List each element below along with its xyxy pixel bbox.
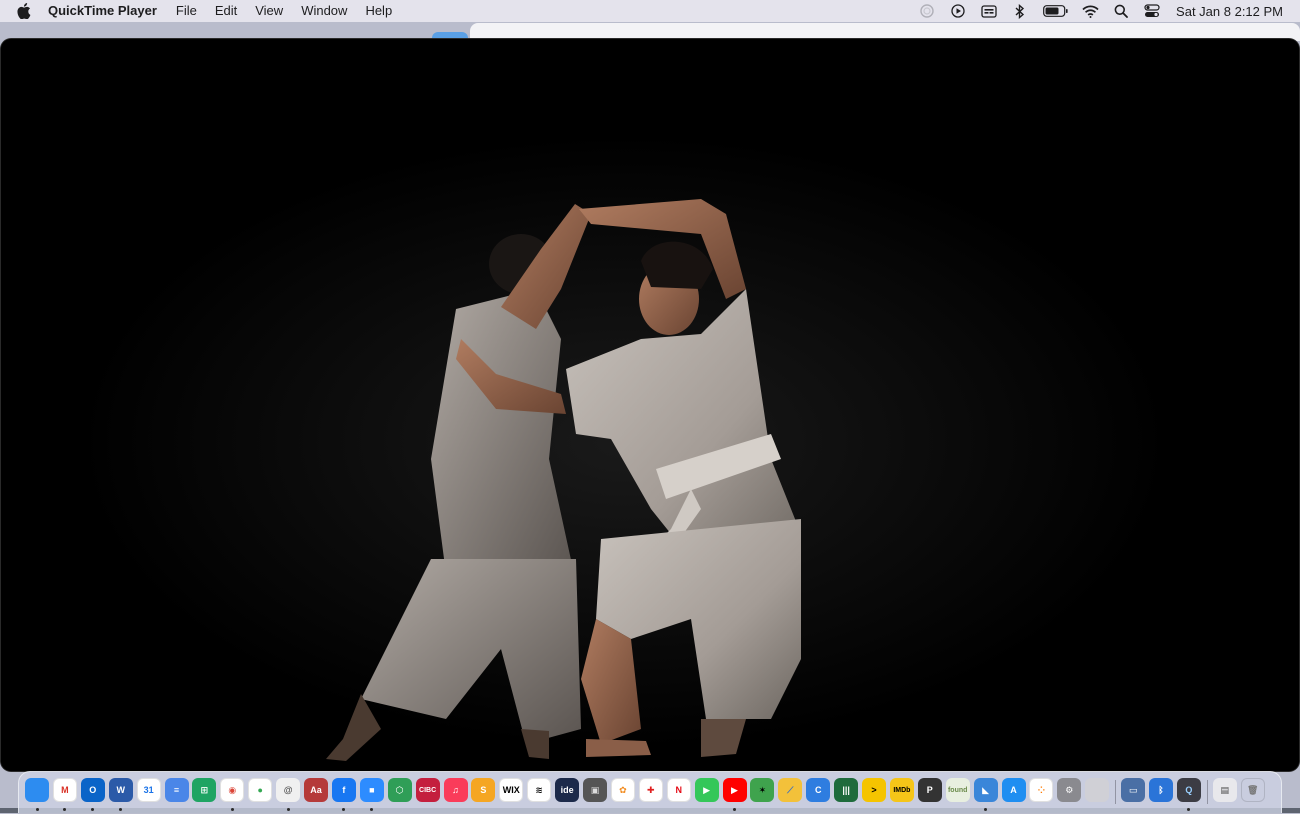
finder-icon[interactable] <box>25 778 49 802</box>
status-area: Sat Jan 8 2:12 PM <box>918 0 1300 22</box>
dock: M O W 31 ≡ ⊞ ◉ ● @ Aa f ■ ⬡ CIBC ♫ S WIX ≋ ide ▣ ✿ ✚ N ▶ ▶ ✶ ⟋ C |||… <box>18 771 1282 813</box>
zoom-icon[interactable]: ■ <box>359 778 384 802</box>
menu-file[interactable]: File <box>167 0 206 22</box>
menu-window[interactable]: Window <box>292 0 356 22</box>
dance-app-icon[interactable]: ✶ <box>750 778 775 802</box>
netflix-icon[interactable]: N <box>666 778 691 802</box>
quicktime-player-window[interactable] <box>1 39 1299 771</box>
photos-icon[interactable]: ✿ <box>610 778 635 802</box>
youtube-icon[interactable]: ▶ <box>722 778 747 802</box>
google-maps-icon[interactable]: ● <box>248 778 273 802</box>
facetime-icon[interactable]: ▶ <box>694 778 719 802</box>
sketch-app-icon[interactable]: ⟋ <box>778 778 803 802</box>
folder-blue-icon[interactable]: ◣ <box>973 778 998 802</box>
dock-separator <box>1206 780 1208 804</box>
running-indicator <box>342 808 346 811</box>
video-frame[interactable] <box>1 39 1299 771</box>
app-menu-quicktime[interactable]: QuickTime Player <box>48 0 167 22</box>
trash-icon[interactable]: 🗑 <box>1240 778 1265 802</box>
bluetooth-exchange-icon[interactable]: ᛒ <box>1149 778 1173 802</box>
caption-icon[interactable] <box>980 3 998 19</box>
search-icon[interactable] <box>1112 3 1130 19</box>
launchpad-icon[interactable]: ⁘ <box>1029 778 1054 802</box>
dock-icons: M O W 31 ≡ ⊞ ◉ ● @ Aa f ■ ⬡ CIBC ♫ S WIX ≋ ide ▣ ✿ ✚ N ▶ ▶ ✶ ⟋ C |||… <box>19 772 1283 814</box>
bars-app-icon[interactable]: ||| <box>834 778 859 802</box>
facebook-icon[interactable]: f <box>331 778 356 802</box>
menubar-clock[interactable]: Sat Jan 8 2:12 PM <box>1176 4 1283 19</box>
dictionary-icon[interactable]: Aa <box>304 778 328 802</box>
hexagon-app-icon[interactable]: ⬡ <box>387 778 412 802</box>
system-preferences-icon[interactable]: ⚙ <box>1057 778 1082 802</box>
running-indicator <box>984 808 988 811</box>
menu-help[interactable]: Help <box>356 0 401 22</box>
gmail-icon[interactable]: M <box>52 778 77 802</box>
cibc-icon[interactable]: CIBC <box>415 778 440 802</box>
screen-sharing-icon[interactable]: ▭ <box>1121 778 1146 802</box>
control-center-icon[interactable] <box>1143 3 1161 19</box>
cube-app-icon[interactable]: ▣ <box>583 778 607 802</box>
wifi-icon[interactable] <box>1081 3 1099 19</box>
running-indicator <box>1187 808 1191 811</box>
word-icon[interactable]: W <box>108 778 133 802</box>
play-icon[interactable] <box>949 3 967 19</box>
running-indicator <box>230 808 234 811</box>
imdb-icon[interactable]: IMDb <box>889 778 914 802</box>
running-indicator <box>91 808 95 811</box>
menu-bar: QuickTime Player File Edit View Window H… <box>0 0 1300 22</box>
music-icon[interactable]: ♫ <box>443 778 468 802</box>
c-app-icon[interactable]: C <box>806 778 831 802</box>
wix-icon[interactable]: WIX <box>499 778 524 802</box>
running-indicator <box>63 808 67 811</box>
chrome-icon[interactable]: ◉ <box>220 778 245 802</box>
apple-menu-icon[interactable] <box>17 3 31 19</box>
apple-app-icon[interactable] <box>1085 778 1110 802</box>
running-indicator <box>370 808 374 811</box>
spiral-app-icon[interactable]: @ <box>276 778 301 802</box>
google-calendar-icon[interactable]: 31 <box>136 778 161 802</box>
running-indicator <box>119 808 123 811</box>
first-aid-icon[interactable]: ✚ <box>638 778 663 802</box>
running-indicator <box>35 808 39 811</box>
siri-icon[interactable] <box>918 3 936 19</box>
google-docs-icon[interactable]: ≡ <box>164 778 189 802</box>
prompt-app-icon[interactable]: > <box>862 778 886 802</box>
outlook-icon[interactable]: O <box>80 778 105 802</box>
p-app-icon[interactable]: P <box>917 778 942 802</box>
google-sheets-icon[interactable]: ⊞ <box>192 778 217 802</box>
menu-view[interactable]: View <box>246 0 292 22</box>
found-app-icon[interactable]: found <box>945 778 970 802</box>
slides-app-icon[interactable]: S <box>471 778 496 802</box>
ide-icon[interactable]: ide <box>555 778 580 802</box>
running-indicator <box>733 808 736 811</box>
squarespace-icon[interactable]: ≋ <box>527 778 552 802</box>
bluetooth-icon[interactable] <box>1011 3 1029 19</box>
battery-icon[interactable] <box>1042 3 1068 19</box>
preview-window-icon[interactable]: ▤ <box>1212 778 1237 802</box>
running-indicator <box>286 808 290 811</box>
app-store-icon[interactable]: A <box>1001 778 1026 802</box>
menu-edit[interactable]: Edit <box>206 0 246 22</box>
quicktime-icon[interactable]: Q <box>1176 778 1201 802</box>
dock-separator <box>1115 780 1117 804</box>
